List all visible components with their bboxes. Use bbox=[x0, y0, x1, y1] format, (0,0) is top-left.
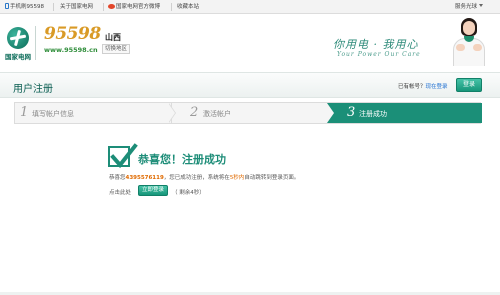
step-number: 2 bbox=[190, 105, 199, 120]
msg-suffix: 自动跳转到登录页面。 bbox=[244, 175, 300, 181]
step-fill-account-info: 1 填写帐户信息 bbox=[15, 103, 170, 123]
current-region: 山西 bbox=[105, 33, 121, 42]
msg-prefix: 恭喜您 bbox=[109, 175, 126, 181]
step-arrow-active bbox=[327, 103, 334, 123]
divider bbox=[103, 3, 104, 11]
switch-region-button[interactable]: 切换地区 bbox=[102, 44, 130, 54]
success-message: 恭喜您4395576119，您已成功注册，系统将在5秒内自动跳转到登录页面。 bbox=[109, 173, 299, 181]
step-arrow bbox=[168, 103, 175, 123]
step-label: 填写帐户信息 bbox=[32, 110, 74, 118]
go-login-button[interactable]: 立即登录 bbox=[138, 185, 168, 196]
page-title: 用户注册 bbox=[13, 84, 53, 95]
weibo-icon bbox=[108, 4, 115, 9]
has-account-text: 已有帐号？ bbox=[398, 84, 426, 90]
step-activate-account: 2 激活帐户 bbox=[171, 103, 327, 123]
logo-text: 国家电网 bbox=[5, 53, 31, 61]
mobile-95598-link[interactable]: 手机刷95598 bbox=[5, 2, 44, 10]
has-account-prompt: 已有帐号？现在登录 bbox=[398, 82, 448, 90]
step-label: 注册成功 bbox=[359, 110, 387, 118]
countdown-text: （ 剩余4秒） bbox=[172, 190, 205, 196]
weibo-link[interactable]: 国家电网官方微博 bbox=[108, 2, 160, 10]
logo-divider bbox=[35, 26, 36, 60]
chevron-down-icon bbox=[479, 4, 484, 7]
step-registration-success: 3 注册成功 bbox=[327, 103, 482, 123]
success-check-icon bbox=[108, 143, 138, 169]
click-here-text: 点击此处 bbox=[109, 190, 132, 196]
weibo-label: 国家电网官方微博 bbox=[116, 4, 161, 10]
site-header: 国家电网 95598 www.95598.cn 山西 切换地区 你用电 · 我用… bbox=[0, 14, 500, 66]
checkmark-icon bbox=[110, 143, 138, 169]
account-number: 4395576119 bbox=[125, 175, 164, 181]
service-navigation-menu[interactable]: 服务光球 bbox=[455, 2, 484, 10]
slogan-english: Your Power Our Care bbox=[337, 51, 421, 58]
success-title: 恭喜您！注册成功 bbox=[138, 153, 226, 166]
msg-middle: ，您已成功注册，系统将在 bbox=[163, 175, 230, 181]
page-title-bar: 用户注册 已有帐号？现在登录 登录 bbox=[0, 72, 500, 98]
step-number: 3 bbox=[347, 105, 356, 120]
slogan-chinese: 你用电 · 我用心 bbox=[333, 38, 419, 51]
bookmark-link[interactable]: 收藏本站 bbox=[177, 2, 199, 10]
about-link[interactable]: 关于国家电网 bbox=[60, 2, 93, 10]
customer-service-avatar bbox=[448, 16, 490, 66]
state-grid-logo-icon[interactable] bbox=[7, 27, 29, 49]
divider bbox=[53, 3, 54, 11]
divider bbox=[171, 3, 172, 11]
registration-steps: 1 填写帐户信息 2 激活帐户 3 注册成功 bbox=[14, 102, 482, 124]
step-label: 激活帐户 bbox=[203, 110, 231, 118]
login-now-link[interactable]: 现在登录 bbox=[426, 84, 448, 90]
step-number: 1 bbox=[20, 105, 29, 120]
phone-icon bbox=[5, 3, 9, 9]
mobile-95598-label: 手机刷95598 bbox=[10, 4, 44, 10]
redirect-seconds: 5秒内 bbox=[229, 175, 245, 181]
service-navigation-label: 服务光球 bbox=[455, 4, 478, 10]
brand-url[interactable]: www.95598.cn bbox=[44, 46, 98, 54]
login-button[interactable]: 登录 bbox=[456, 78, 482, 92]
top-utility-bar: 手机刷95598 关于国家电网 国家电网官方微博 收藏本站 服务光球 bbox=[0, 0, 500, 14]
brand-number: 95598 bbox=[44, 24, 101, 44]
